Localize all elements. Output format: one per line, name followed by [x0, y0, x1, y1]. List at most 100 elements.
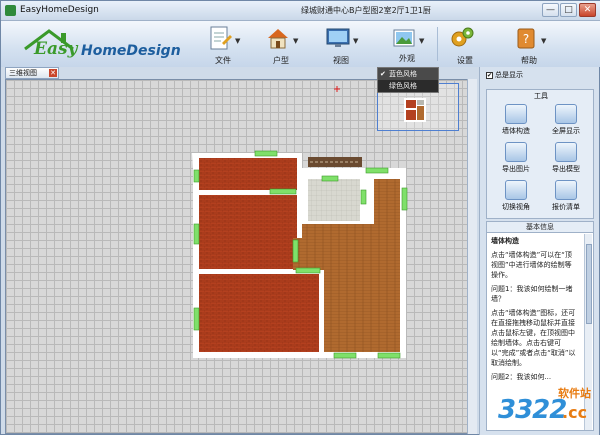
window-5[interactable]: [193, 169, 200, 183]
app-icon: [5, 5, 16, 16]
tab-3d-view-label: 三维视图: [9, 69, 37, 77]
export-image-button[interactable]: 导出图片: [493, 140, 539, 174]
quote-list-button[interactable]: 报价清单: [543, 178, 589, 212]
title-bar: EasyHomeDesign 绿城财通中心B户型图2室2厅1卫1厨 — □ ✕: [1, 1, 600, 21]
app-title: EasyHomeDesign: [20, 5, 99, 15]
always-show-checkbox[interactable]: ✔ 总是显示: [486, 70, 523, 80]
file-menu-button[interactable]: ▼ 文件: [199, 23, 247, 67]
window-1[interactable]: [254, 150, 278, 157]
chevron-down-icon: ▼: [541, 37, 547, 45]
export-model-label: 导出模型: [552, 165, 580, 173]
toolbar-ribbon: Easy HomeDesign ▼ 文件 ▼ 户型 ▼ 视图 ▼ 外观 设置 ?…: [1, 21, 600, 67]
room-middle-bedroom[interactable]: [199, 195, 297, 269]
switch-view-icon: [505, 180, 527, 200]
room-bottom-bedroom[interactable]: [199, 274, 319, 352]
help-book-icon: ?: [517, 28, 535, 49]
floor-plan[interactable]: [6, 80, 476, 433]
wall-icon: [505, 104, 527, 124]
cursor-marker: [334, 86, 340, 92]
always-show-label: 总是显示: [495, 71, 523, 79]
window-4[interactable]: [321, 175, 339, 182]
room-top-bedroom[interactable]: [199, 158, 297, 190]
settings-menu-label: 设置: [457, 56, 473, 65]
window-6[interactable]: [193, 223, 200, 245]
quote-list-label: 报价清单: [552, 203, 580, 211]
switch-view-label: 切换视角: [502, 203, 530, 211]
fullscreen-button[interactable]: 全屏显示: [543, 102, 589, 136]
tools-header: 工具: [534, 92, 548, 100]
view-menu-label: 视图: [333, 56, 349, 65]
export-image-label: 导出图片: [502, 165, 530, 173]
appearance-dropdown: ✔ 蓝色风格 绿色风格: [377, 67, 439, 93]
style-option-blue-label: 蓝色风格: [389, 70, 417, 78]
fullscreen-label: 全屏显示: [552, 127, 580, 135]
export-model-button[interactable]: 导出模型: [543, 140, 589, 174]
logo: Easy HomeDesign: [9, 23, 181, 65]
window-8[interactable]: [401, 187, 408, 211]
help-menu-label: 帮助: [521, 56, 537, 65]
window-13[interactable]: [377, 352, 401, 359]
view-menu-button[interactable]: ▼ 视图: [317, 23, 365, 67]
chevron-down-icon: ▼: [235, 37, 241, 45]
app-window: EasyHomeDesign 绿城财通中心B户型图2室2厅1卫1厨 — □ ✕ …: [0, 0, 600, 435]
checkbox-box[interactable]: ✔: [486, 71, 493, 79]
minimize-button[interactable]: —: [542, 3, 559, 17]
info-paragraph: 问题1：我该如何绘制一堵墙？: [491, 285, 573, 303]
document-title: 绿城财通中心B户型图2室2厅1卫1厨: [301, 6, 431, 15]
scroll-thumb[interactable]: [586, 244, 592, 324]
canvas-scrollbar[interactable]: [467, 79, 477, 434]
window-11[interactable]: [360, 189, 367, 205]
wall-construct-label: 墙体构造: [502, 127, 530, 135]
logo-easy-text: Easy: [34, 39, 78, 59]
window-7[interactable]: [193, 307, 200, 331]
window-12[interactable]: [333, 352, 357, 359]
style-option-green-label: 绿色风格: [389, 82, 417, 90]
maximize-button[interactable]: □: [560, 3, 577, 17]
wall-construct-button[interactable]: 墙体构造: [493, 102, 539, 136]
right-panel: ✔ 总是显示 工具 墙体构造 全屏显示 导出图片 导出模型 切换视角 报价清单 …: [479, 67, 599, 435]
chevron-down-icon: ▼: [353, 37, 359, 45]
layout-menu-label: 户型: [273, 56, 289, 65]
style-option-blue[interactable]: ✔ 蓝色风格: [378, 68, 438, 80]
layout-menu-button[interactable]: ▼ 户型: [257, 23, 305, 67]
switch-view-button[interactable]: 切换视角: [493, 178, 539, 212]
watermark-tld: .cc: [562, 403, 588, 422]
window-2[interactable]: [269, 188, 297, 195]
export-model-icon: [555, 142, 577, 162]
svg-text:?: ?: [523, 32, 529, 46]
room-bathroom[interactable]: [308, 179, 360, 221]
window-10[interactable]: [295, 267, 321, 274]
export-image-icon: [505, 142, 527, 162]
chevron-down-icon: ▼: [293, 37, 299, 45]
settings-menu-button[interactable]: 设置: [441, 23, 489, 67]
toolbar-separator: [437, 27, 438, 61]
tab-3d-view[interactable]: 三维视图 ✕: [5, 67, 59, 79]
info-paragraph: 问题2：我该如何...: [491, 373, 552, 381]
window-9[interactable]: [292, 239, 299, 263]
picture-icon: [393, 29, 415, 47]
file-menu-label: 文件: [215, 56, 231, 65]
close-window-button[interactable]: ✕: [579, 3, 596, 17]
cart-icon: [555, 180, 577, 200]
gear-icon: [451, 27, 474, 47]
style-option-green[interactable]: 绿色风格: [378, 80, 438, 92]
monitor-icon: [326, 28, 350, 47]
house-icon: [268, 29, 288, 49]
chevron-down-icon: ▼: [419, 37, 425, 45]
appearance-menu-label: 外观: [399, 54, 415, 63]
info-title: 墙体构造: [491, 237, 519, 245]
design-canvas[interactable]: [5, 79, 477, 434]
close-tab-icon[interactable]: ✕: [49, 69, 57, 77]
info-paragraph: 点击“墙体构造”图标，还可在直接拖拽移动鼠标并直接点击鼠标左键，在顶视图中绘制墙…: [491, 309, 576, 367]
fullscreen-icon: [555, 104, 577, 124]
window-3[interactable]: [365, 167, 389, 174]
info-paragraph: 点击“墙体构造”可以在“顶视图”中进行墙体的绘制等操作。: [491, 251, 572, 279]
help-menu-button[interactable]: ? ▼ 帮助: [505, 23, 553, 67]
watermark-number: 3322: [498, 395, 567, 425]
info-header: 基本信息: [487, 222, 593, 233]
tools-group: 工具 墙体构造 全屏显示 导出图片 导出模型 切换视角 报价清单: [486, 89, 594, 219]
appearance-menu-button[interactable]: ▼ 外观: [383, 23, 431, 67]
document-icon: [210, 26, 232, 50]
info-body: 墙体构造 点击“墙体构造”可以在“顶视图”中进行墙体的绘制等操作。 问题1：我该…: [491, 236, 577, 386]
check-icon: ✔: [380, 70, 386, 78]
